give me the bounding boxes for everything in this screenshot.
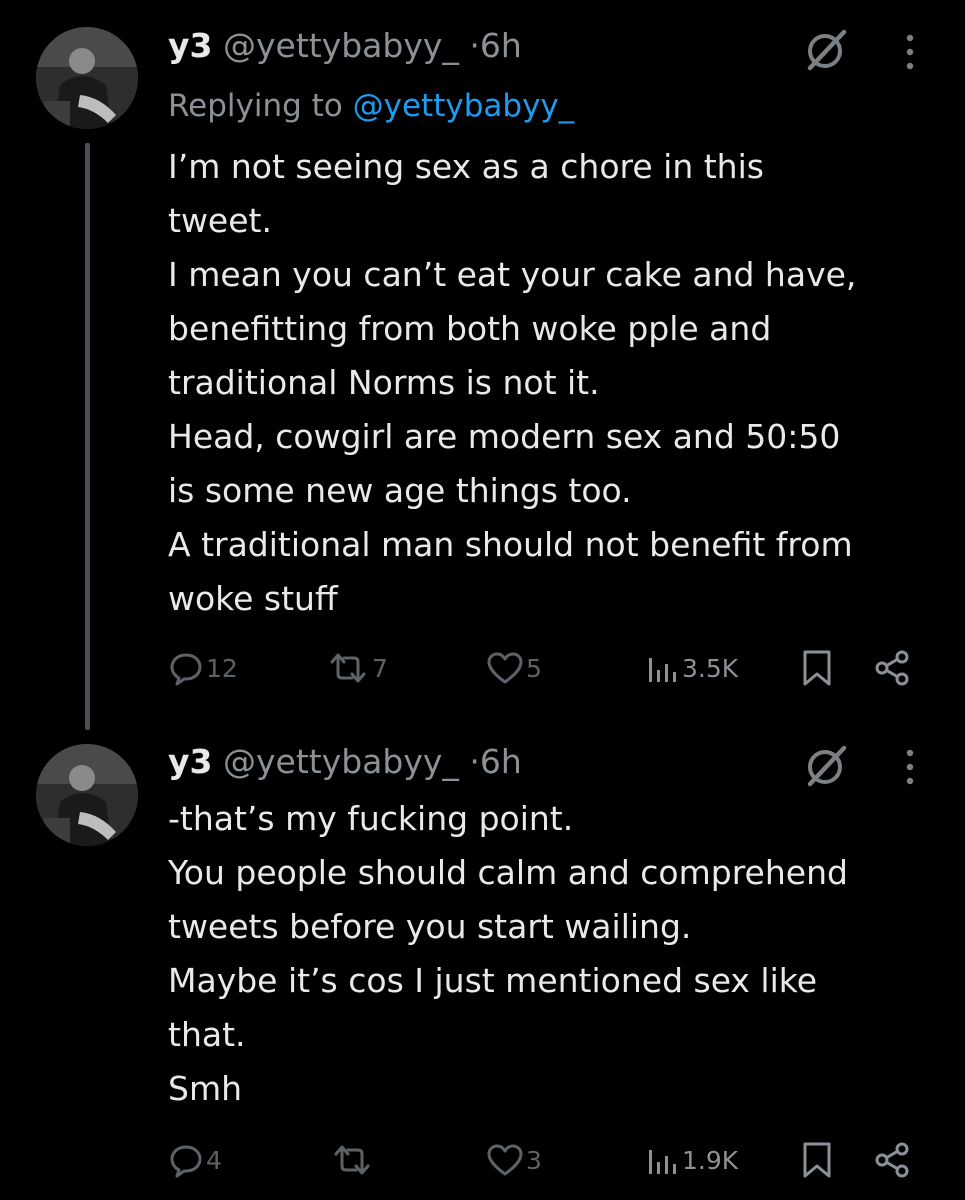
like-button[interactable]: 3: [486, 1140, 542, 1180]
text-line: I mean you can’t eat your cake and have,: [168, 255, 857, 294]
action-bar: 4 3 1.9K: [168, 1140, 928, 1180]
bookmark-icon: [803, 650, 831, 686]
bookmark-button[interactable]: [800, 1140, 834, 1180]
thread-line: [85, 143, 90, 730]
avatar[interactable]: [36, 27, 138, 129]
separator-dot: ·: [469, 742, 480, 781]
tweet-2[interactable]: y3 @yettybabyy_ ·6h -that’s my fucking p…: [0, 720, 965, 1200]
replying-mention[interactable]: @yettybabyy_: [353, 88, 575, 124]
author-handle[interactable]: @yettybabyy_: [223, 742, 459, 781]
tweet-text: I’m not seeing sex as a chore in this tw…: [168, 140, 938, 626]
like-button[interactable]: 5: [486, 648, 542, 688]
view-count: 1.9K: [682, 1145, 739, 1175]
replying-to: Replying to @yettybabyy_: [168, 86, 574, 126]
heart-icon: [487, 1144, 523, 1176]
repost-icon: [330, 653, 366, 683]
author-name[interactable]: y3: [168, 742, 212, 781]
text-line: tweet.: [168, 201, 272, 240]
bookmark-icon: [803, 1142, 831, 1178]
like-count: 5: [526, 653, 542, 683]
reply-button[interactable]: 4: [168, 1140, 222, 1180]
text-line: Head, cowgirl are modern sex and 50:50: [168, 417, 841, 456]
text-line: I’m not seeing sex as a chore in this: [168, 147, 764, 186]
share-button[interactable]: [872, 1140, 914, 1180]
views-bar-chart-icon: [649, 1150, 676, 1174]
repost-button[interactable]: 7: [326, 648, 388, 688]
more-dots-icon[interactable]: [900, 747, 920, 791]
text-line: tweets before you start wailing.: [168, 907, 692, 946]
tweet-text: -that’s my fucking point. You people sho…: [168, 792, 938, 1116]
text-line: traditional Norms is not it.: [168, 363, 600, 402]
view-count: 3.5K: [682, 653, 739, 683]
reply-count: 4: [206, 1145, 222, 1175]
views-button[interactable]: 3.5K: [646, 648, 738, 688]
share-icon: [875, 1142, 909, 1178]
text-line: Maybe it’s cos I just mentioned sex like: [168, 961, 818, 1000]
text-line: -that’s my fucking point.: [168, 799, 574, 838]
grok-icon[interactable]: [800, 740, 852, 796]
separator-dot: ·: [469, 26, 480, 65]
more-dots-icon[interactable]: [900, 32, 920, 76]
reply-button[interactable]: 12: [168, 648, 238, 688]
repost-count: 7: [372, 653, 388, 683]
views-bar-chart-icon: [649, 658, 676, 682]
reply-bubble-icon: [170, 653, 202, 686]
text-line: benefitting from both woke pple and: [168, 309, 772, 348]
reply-count: 12: [206, 653, 238, 683]
heart-icon: [487, 652, 523, 684]
replying-prefix: Replying to: [168, 88, 343, 124]
views-button[interactable]: 1.9K: [646, 1140, 738, 1180]
text-line: woke stuff: [168, 579, 338, 618]
repost-icon: [334, 1145, 370, 1175]
action-bar: 12 7 5 3.5K: [168, 648, 928, 688]
share-icon: [875, 650, 909, 686]
repost-button[interactable]: [330, 1140, 376, 1180]
tweet-1[interactable]: y3 @yettybabyy_ ·6h Replying to @yettyba…: [0, 0, 965, 730]
share-button[interactable]: [872, 648, 914, 688]
tweet-header: y3 @yettybabyy_ ·6h: [168, 742, 522, 782]
text-line: is some new age things too.: [168, 471, 632, 510]
text-line: A traditional man should not benefit fro…: [168, 525, 853, 564]
text-line: You people should calm and comprehend: [168, 853, 848, 892]
timestamp[interactable]: 6h: [480, 742, 522, 781]
reply-bubble-icon: [170, 1145, 202, 1178]
like-count: 3: [526, 1145, 542, 1175]
bookmark-button[interactable]: [800, 648, 834, 688]
author-name[interactable]: y3: [168, 26, 212, 65]
author-handle[interactable]: @yettybabyy_: [223, 26, 459, 65]
text-line: that.: [168, 1015, 246, 1054]
avatar[interactable]: [36, 744, 138, 846]
text-line: Smh: [168, 1069, 243, 1108]
timestamp[interactable]: 6h: [480, 26, 522, 65]
tweet-header: y3 @yettybabyy_ ·6h: [168, 26, 522, 66]
grok-icon[interactable]: [800, 24, 852, 80]
